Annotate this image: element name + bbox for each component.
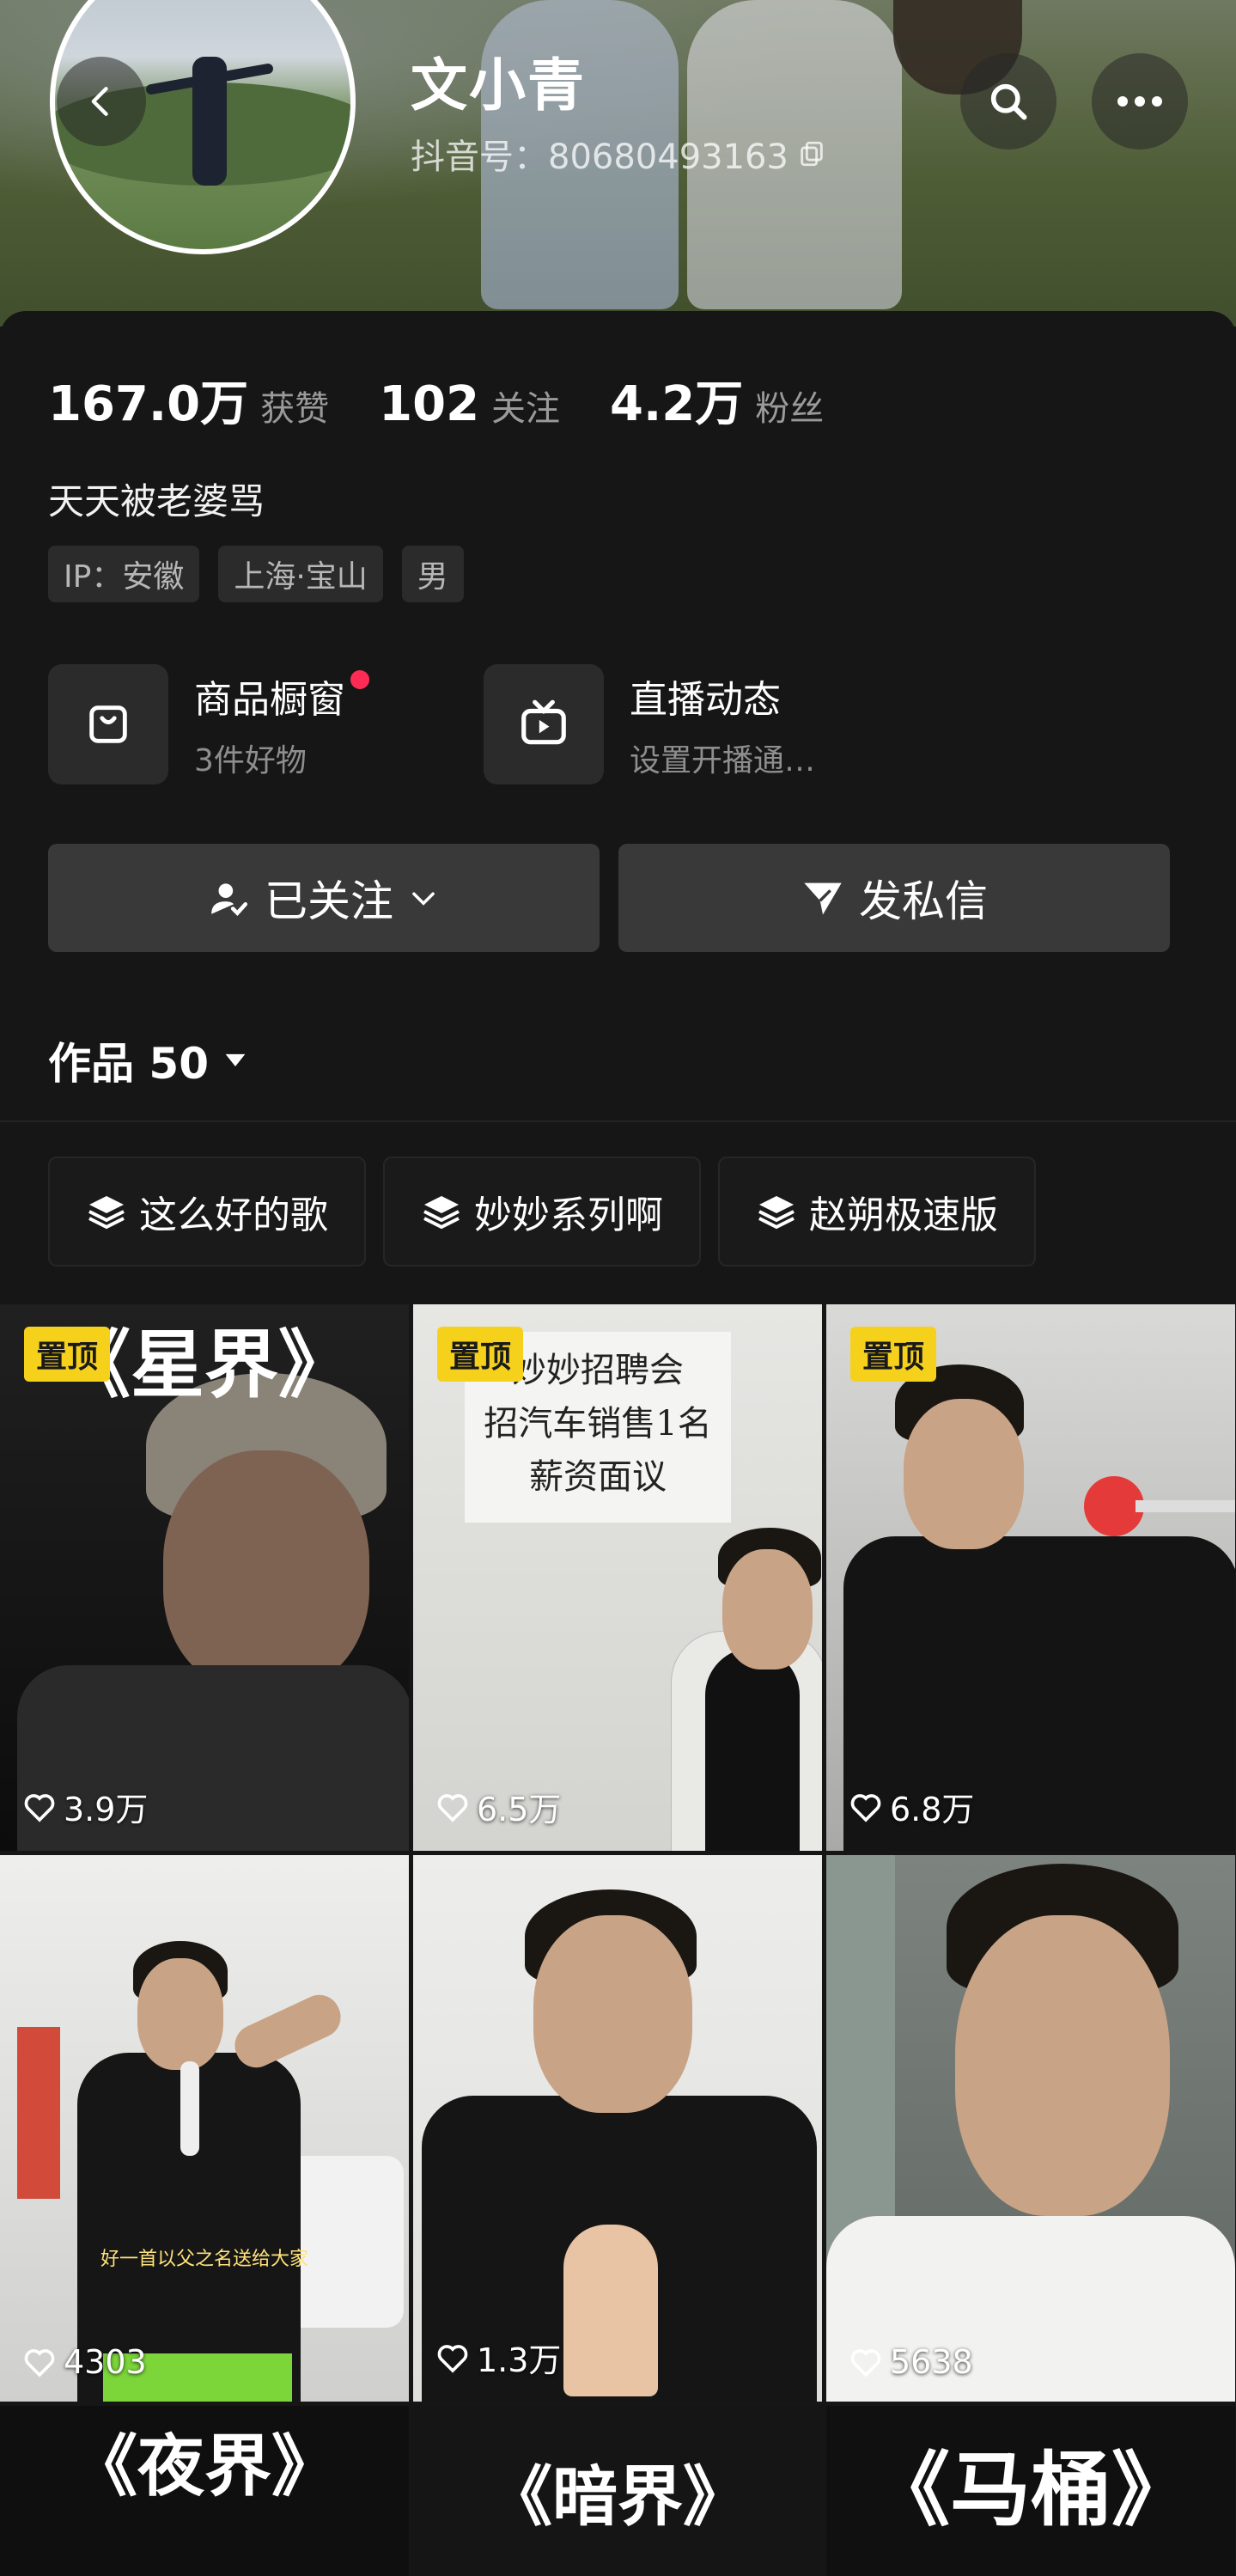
collection-chip[interactable]: 妙妙系列啊 (383, 1157, 701, 1267)
layers-icon (758, 1196, 795, 1230)
send-icon (804, 882, 842, 915)
video-title: 《马桶》 (868, 2443, 1192, 2537)
notification-dot (350, 670, 369, 689)
pinned-badge: 置顶 (24, 1327, 111, 1382)
collection-label: 赵朔极速版 (809, 1193, 998, 1237)
like-count: 5638 (849, 2343, 973, 2381)
likes-count: 167.0万 (48, 376, 249, 432)
section-divider (0, 1120, 1236, 1122)
followed-label: 已关注 (265, 876, 393, 926)
video-thumbnail[interactable]: 《星界》 置顶 3.9万 (0, 1304, 409, 1851)
video-title: 《暗界》 (487, 2458, 748, 2535)
following-count[interactable]: 102 (379, 376, 479, 432)
video-thumbnail[interactable]: 妙妙招聘会 招汽车销售1名 薪资面议 置顶 6.5万 (413, 1304, 822, 1851)
like-count-value: 6.5万 (477, 1791, 562, 1828)
heart-icon (24, 2349, 55, 2378)
video-thumbnail[interactable]: 《暗界》 (413, 2406, 822, 2576)
like-count-value: 5638 (890, 2343, 973, 2381)
like-count: 4303 (22, 2343, 147, 2381)
back-button[interactable] (57, 57, 146, 146)
message-label: 发私信 (859, 876, 988, 926)
like-count-value: 3.9万 (64, 1791, 149, 1828)
like-count: 3.9万 (22, 1783, 148, 1830)
caret-down-icon (225, 1053, 246, 1067)
douyin-id-text: 抖音号：80680493163 (411, 137, 788, 177)
like-count: 6.5万 (435, 1783, 561, 1830)
video-thumbnail[interactable]: 置顶 6.8万 (826, 1304, 1235, 1851)
live-updates-entry[interactable]: 直播动态 设置开播通… (484, 663, 815, 785)
more-button[interactable] (1092, 53, 1188, 150)
shop-window-title: 商品橱窗 (194, 678, 345, 722)
video-thumbnail[interactable]: 5638 (826, 1855, 1235, 2402)
gender-tag: 男 (401, 546, 464, 602)
back-icon (91, 87, 108, 116)
video-caption: 好一首以父之名送给大家 (100, 2249, 308, 2270)
stats-row: 167.0万 获赞 102 关注 4.2万 粉丝 (48, 365, 874, 435)
user-check-icon (211, 883, 248, 917)
bio: 天天被老婆骂 (48, 480, 265, 522)
video-thumbnail[interactable]: 好一首以父之名送给大家 4303 (0, 1855, 409, 2402)
chevron-down-icon (412, 892, 435, 906)
likes-label: 获赞 (260, 389, 330, 429)
copy-icon[interactable] (797, 139, 826, 168)
followers-label[interactable]: 粉丝 (755, 381, 824, 430)
followed-button[interactable]: 已关注 (48, 844, 600, 952)
followers-count[interactable]: 4.2万 (610, 365, 743, 435)
works-tab[interactable]: 作品 50 (48, 1029, 250, 1091)
following-label[interactable]: 关注 (491, 381, 560, 430)
message-button[interactable]: 发私信 (618, 844, 1170, 952)
collections-row: 这么好的歌 妙妙系列啊 赵朔极速版 (48, 1157, 1036, 1267)
like-count-value: 6.8万 (890, 1791, 975, 1828)
pinned-badge: 置顶 (850, 1327, 937, 1382)
shop-window-entry[interactable]: 商品橱窗 3件好物 (48, 663, 369, 785)
video-thumbnail[interactable]: 《夜界》 (0, 2406, 409, 2576)
like-count-value: 1.3万 (477, 2341, 562, 2379)
layers-icon (88, 1196, 125, 1230)
profile-tags: IP：安徽 上海·宝山 男 (48, 546, 464, 602)
search-icon (990, 83, 1027, 120)
profile-name: 文小青 (411, 52, 586, 119)
heart-icon (437, 2344, 468, 2373)
video-thumbnail[interactable]: 《马桶》 (826, 2406, 1235, 2576)
live-updates-title: 直播动态 (630, 678, 781, 722)
more-icon (1117, 96, 1162, 107)
location-tag: 上海·宝山 (218, 546, 383, 602)
collection-chip[interactable]: 赵朔极速版 (718, 1157, 1036, 1267)
ip-tag: IP：安徽 (48, 546, 200, 602)
layers-icon (423, 1196, 460, 1230)
douyin-id[interactable]: 抖音号：80680493163 (411, 129, 826, 179)
shop-icon-box (48, 664, 168, 784)
tv-icon (521, 699, 566, 745)
heart-icon (850, 2349, 881, 2378)
live-updates-subtitle: 设置开播通… (630, 743, 816, 778)
works-tab-label: 作品 50 (48, 1039, 209, 1089)
collection-label: 这么好的歌 (139, 1193, 328, 1237)
live-icon-box (484, 664, 604, 784)
collection-chip[interactable]: 这么好的歌 (48, 1157, 366, 1267)
like-count: 1.3万 (435, 2334, 561, 2381)
like-count-value: 4303 (64, 2343, 147, 2381)
pinned-badge: 置顶 (437, 1327, 524, 1382)
video-thumbnail[interactable]: 1.3万 (413, 1855, 822, 2402)
like-count: 6.8万 (849, 1783, 974, 1830)
search-button[interactable] (960, 53, 1056, 150)
heart-icon (850, 1793, 881, 1822)
collection-label: 妙妙系列啊 (474, 1193, 663, 1237)
shop-window-subtitle: 3件好物 (194, 743, 307, 778)
heart-icon (24, 1793, 55, 1822)
shopping-bag-icon (89, 705, 127, 743)
video-title: 《夜界》 (70, 2427, 338, 2506)
heart-icon (437, 1793, 468, 1822)
